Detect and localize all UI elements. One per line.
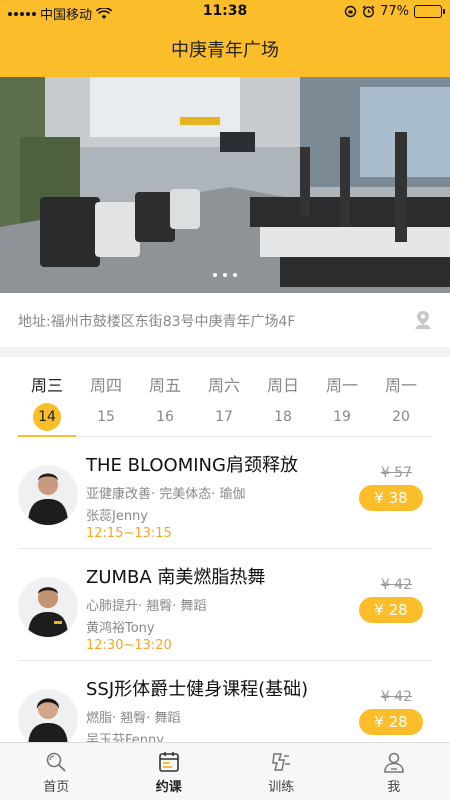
original-price: ¥ 42 [380,577,412,593]
original-price: ¥ 42 [380,689,412,705]
tab-label: 我 [387,780,401,795]
course-tags: 亚健康改善· 完美体态· 瑜伽 [86,487,246,502]
day-weekday: 周一 [384,376,417,395]
original-price: ¥ 57 [380,465,412,481]
day-tab[interactable]: 周日 18 [254,375,312,431]
rotation-lock-icon [344,5,357,18]
tab-home[interactable]: 首页 [0,743,113,800]
carousel-dot [213,273,217,277]
page-title: 中庚青年广场 [171,40,279,61]
profile-icon [383,752,404,773]
home-icon [46,752,66,772]
training-icon [272,753,291,771]
day-tab[interactable]: 周四 15 [77,375,135,431]
gym-photo [0,77,450,293]
battery-icon [414,5,445,18]
carousel-dots [0,273,450,277]
tab-label: 约课 [155,780,182,795]
day-date: 14 [33,403,61,431]
course-tags: 心肺提升· 翘臀· 舞蹈 [86,599,207,614]
carousel-dot [233,273,237,277]
book-price-button[interactable]: ¥ 28 [359,597,423,623]
tab-training[interactable]: 训练 [225,743,338,800]
address-row[interactable]: 地址:福州市鼓楼区东街83号中庚青年广场4F [0,293,450,347]
day-date: 20 [392,409,410,425]
tab-label: 首页 [43,780,70,795]
course-time: 12:30~13:20 [86,638,172,653]
banner-carousel[interactable] [0,77,450,293]
day-tab[interactable]: 周三 14 [18,375,76,431]
date-selector: 周三 14 周四 15 周五 16 周六 17 周日 18 周一 19 周一 2… [0,357,450,437]
day-weekday: 周日 [266,376,299,395]
location-pin-icon[interactable] [414,310,432,330]
day-date: 15 [97,409,115,425]
status-bar: 中国移动 11:38 77% [0,0,450,24]
book-price-button[interactable]: ¥ 28 [359,709,423,735]
tab-booking[interactable]: 约课 [113,743,226,800]
day-tab[interactable]: 周一 19 [313,375,371,431]
day-weekday: 周六 [207,376,240,395]
course-title: ZUMBA 南美燃脂热舞 [86,567,266,588]
address-text: 地址:福州市鼓楼区东街83号中庚青年广场4F [18,314,296,330]
coach-name: 张蕊Jenny [86,509,149,524]
book-price-button[interactable]: ¥ 38 [359,485,423,511]
day-weekday: 周四 [89,376,122,395]
coach-name: 黄鸿裕Tony [86,621,155,636]
day-weekday: 周三 [30,376,63,395]
day-date: 16 [156,409,174,425]
section-divider [0,347,450,357]
coach-avatar [18,577,78,637]
app-header: 中国移动 11:38 77% 中庚青年广场 [0,0,450,77]
course-title: THE BLOOMING肩颈释放 [86,455,298,476]
day-tab[interactable]: 周六 17 [195,375,253,431]
day-weekday: 周五 [148,376,181,395]
course-item[interactable]: THE BLOOMING肩颈释放 亚健康改善· 完美体态· 瑜伽 张蕊Jenny… [18,437,432,549]
alarm-icon [362,5,375,18]
tab-label: 训练 [268,780,295,795]
battery-percent: 77% [380,4,409,19]
course-title: SSJ形体爵士健身课程(基础) [86,679,309,700]
course-time: 12:15~13:15 [86,526,172,541]
day-date: 17 [215,409,233,425]
day-date: 19 [333,409,351,425]
day-tab[interactable]: 周五 16 [136,375,194,431]
tab-profile[interactable]: 我 [338,743,450,800]
day-tab[interactable]: 周一 20 [372,375,430,431]
day-weekday: 周一 [325,376,358,395]
bottom-tab-bar: 首页 约课 训练 我 [0,742,450,800]
day-date: 18 [274,409,292,425]
course-tags: 燃脂· 翘臀· 舞蹈 [86,711,181,726]
coach-avatar [18,689,78,749]
course-item[interactable]: ZUMBA 南美燃脂热舞 心肺提升· 翘臀· 舞蹈 黄鸿裕Tony 12:30~… [18,549,432,661]
coach-avatar [18,465,78,525]
carousel-dot [223,273,227,277]
calendar-icon [158,752,179,772]
